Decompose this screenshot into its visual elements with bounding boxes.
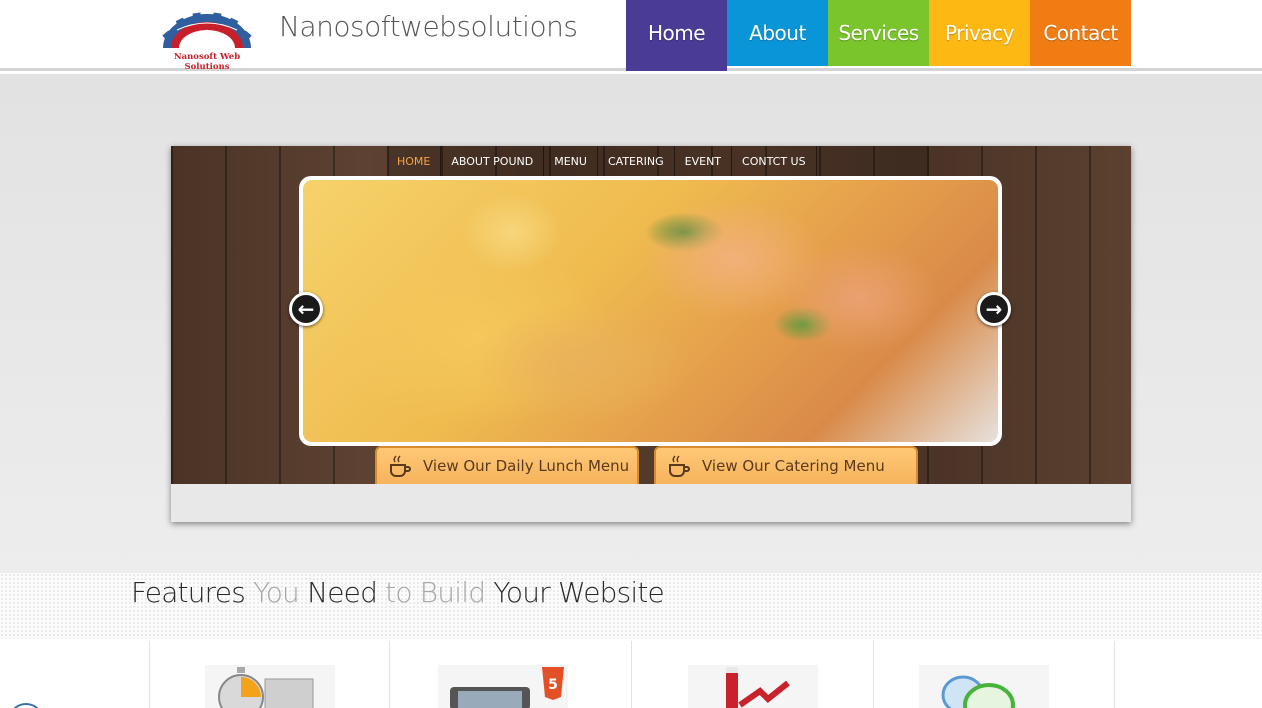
hero-band: HOME ABOUT POUND MENU CATERING EVENT CONTCT U… xyxy=(0,74,1262,573)
slide-nav-event[interactable]: EVENT xyxy=(675,146,733,176)
shrimp-grits-photo xyxy=(303,180,998,442)
nav-contact[interactable]: Contact xyxy=(1030,0,1131,66)
features-header: Features You Need to Build Your Website xyxy=(0,573,1262,639)
features-title-part: Need xyxy=(307,576,386,609)
nav-services[interactable]: Services xyxy=(828,0,929,66)
svg-text:5: 5 xyxy=(548,677,558,693)
feature-card-4[interactable] xyxy=(873,641,1115,708)
features-title-part: Your Website xyxy=(493,576,665,609)
arrow-left-icon: ← xyxy=(297,297,315,321)
catering-menu-button[interactable]: View Our Catering Menu xyxy=(654,446,918,484)
nav-about[interactable]: About xyxy=(727,0,828,66)
slide-nav-about-pound[interactable]: ABOUT POUND xyxy=(441,146,545,176)
features-row: 5 xyxy=(0,639,1262,708)
stopwatch-calendar-icon xyxy=(205,665,335,708)
image-slider: HOME ABOUT POUND MENU CATERING EVENT CONTCT U… xyxy=(171,146,1131,522)
features-title: Features You Need to Build Your Website xyxy=(131,573,665,613)
daily-lunch-menu-button[interactable]: View Our Daily Lunch Menu xyxy=(375,446,639,484)
logo-text: Nanosoft Web Solutions xyxy=(173,52,241,72)
features-title-part: to Build xyxy=(385,576,494,609)
nav-privacy[interactable]: Privacy xyxy=(929,0,1030,66)
feature-card-2[interactable]: 5 xyxy=(389,641,632,708)
feature-card-5 xyxy=(1114,641,1262,708)
coffee-cup-icon xyxy=(669,455,690,477)
html5-devices-icon: 5 xyxy=(438,665,568,708)
main-nav: Home About Services Privacy Contact xyxy=(626,0,1131,71)
arrow-right-icon: → xyxy=(985,297,1003,321)
growth-chart-icon xyxy=(688,665,818,708)
features-title-part: You xyxy=(253,576,308,609)
slide-nav-catering[interactable]: CATERING xyxy=(598,146,675,176)
site-title[interactable]: Nanosoftwebsolutions xyxy=(279,10,578,43)
slide-image: HOME ABOUT POUND MENU CATERING EVENT CONTCT U… xyxy=(171,146,1131,484)
feature-card-1[interactable] xyxy=(149,641,390,708)
food-photo-frame xyxy=(299,176,1002,446)
slider-prev-button[interactable]: ← xyxy=(289,292,323,326)
site-header: Nanosoft Web Solutions Nanosoftwebsoluti… xyxy=(0,0,1262,72)
slide-nav-contct-us[interactable]: CONTCT US xyxy=(732,146,817,176)
feature-card-3[interactable] xyxy=(631,641,874,708)
company-logo[interactable]: Nanosoft Web Solutions xyxy=(157,10,257,72)
slide-nav-menu[interactable]: MENU xyxy=(544,146,598,176)
coffee-cup-icon xyxy=(390,455,411,477)
carousel-round-button[interactable] xyxy=(8,703,44,708)
catering-menu-label: View Our Catering Menu xyxy=(702,457,885,475)
slide-inner-nav: HOME ABOUT POUND MENU CATERING EVENT CONTCT U… xyxy=(387,146,929,176)
slide-nav-home[interactable]: HOME xyxy=(387,146,442,176)
slider-next-button[interactable]: → xyxy=(977,292,1011,326)
chat-bubbles-icon xyxy=(919,665,1049,708)
features-title-part: Features xyxy=(131,576,254,609)
lunch-menu-label: View Our Daily Lunch Menu xyxy=(423,457,630,475)
nav-home[interactable]: Home xyxy=(626,0,727,71)
